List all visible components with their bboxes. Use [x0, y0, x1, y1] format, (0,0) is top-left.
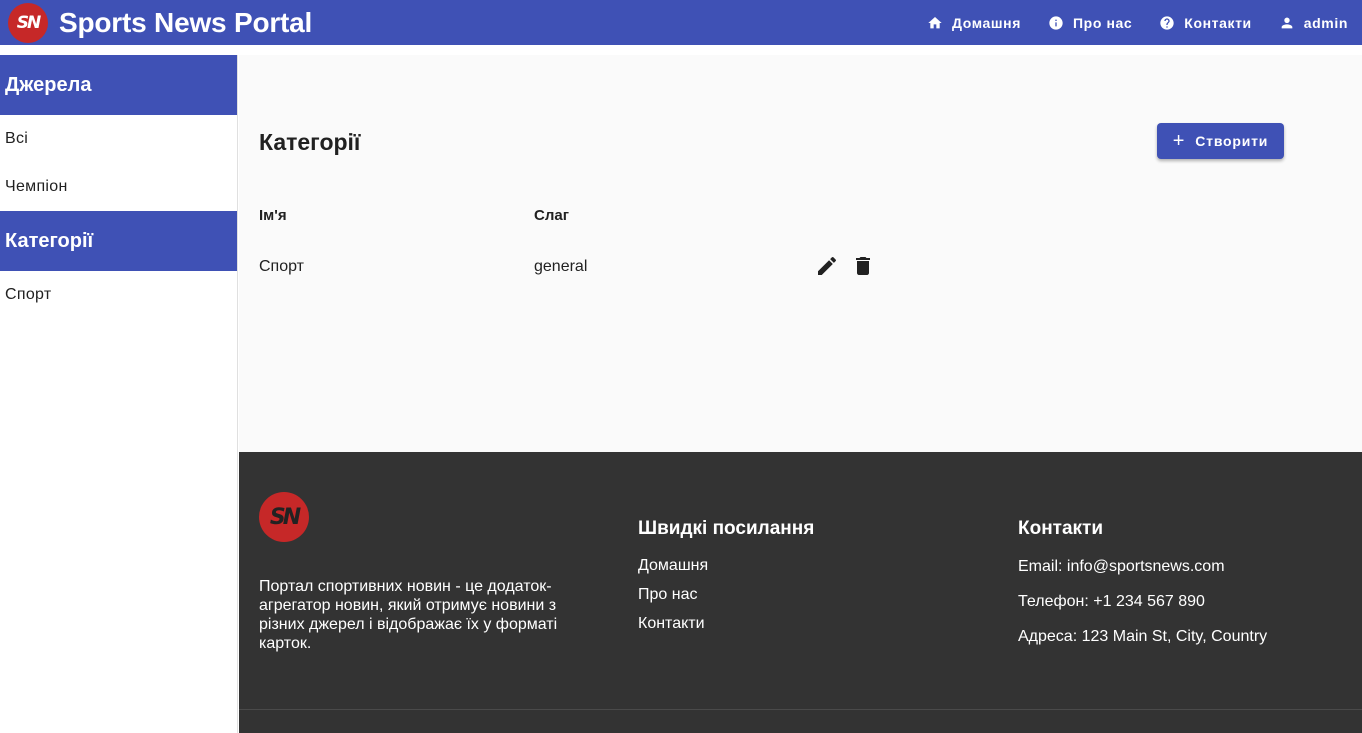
edit-button[interactable] — [815, 254, 839, 278]
sidebar-item-all[interactable]: Всі — [0, 115, 237, 163]
footer-description: Портал спортивних новин - це додаток-агр… — [259, 578, 558, 652]
row-slug-cell: general — [534, 258, 588, 275]
footer-contact-phone: Телефон: +1 234 567 890 — [1018, 593, 1205, 610]
nav-about[interactable]: Про нас — [1048, 15, 1132, 31]
logo[interactable]: SN — [8, 3, 48, 43]
footer: SN Портал спортивних новин - це додаток-… — [239, 452, 1362, 733]
plus-icon: + — [1172, 130, 1186, 152]
footer-contact-email: Email: info@sportsnews.com — [1018, 558, 1225, 575]
column-header-name: Ім'я — [259, 207, 287, 224]
footer-contact-address: Адреса: 123 Main St, City, Country — [1018, 628, 1268, 645]
column-header-slug: Слаг — [534, 207, 569, 224]
sidebar-item-champion[interactable]: Чемпіон — [0, 163, 237, 211]
info-icon — [1049, 15, 1063, 30]
nav-contacts[interactable]: Контакти — [1159, 15, 1251, 31]
nav-about-label: Про нас — [1073, 14, 1133, 31]
nav-user-label: admin — [1303, 14, 1348, 31]
sidebar-item-sport[interactable]: Спорт — [0, 271, 237, 319]
footer-link-contacts[interactable]: Контакти — [638, 615, 705, 633]
footer-contacts-title: Контакти — [1018, 518, 1104, 539]
footer-link-home[interactable]: Домашня — [638, 557, 708, 575]
trash-icon — [856, 257, 870, 275]
sidebar-header-sources: Джерела — [0, 55, 237, 115]
footer-divider — [239, 709, 1362, 710]
nav-home-label: Домашня — [952, 14, 1021, 31]
page-title: Категорії — [259, 129, 361, 155]
delete-button[interactable] — [851, 254, 875, 278]
main-content: Категорії + Створити Ім'я Слаг Спорт gen… — [239, 55, 1362, 452]
nav-contacts-label: Контакти — [1184, 14, 1252, 31]
person-icon — [1281, 17, 1293, 28]
footer-link-about[interactable]: Про нас — [638, 586, 697, 604]
pencil-icon — [818, 256, 837, 275]
top-nav: Домашня Про нас Контакти admin — [900, 0, 1348, 45]
sidebar: Джерела Всі Чемпіон Категорії Спорт — [0, 55, 238, 733]
nav-user[interactable]: admin — [1279, 15, 1348, 31]
footer-links-title: Швидкі посилання — [638, 518, 815, 539]
home-icon — [928, 16, 942, 28]
app-title[interactable]: Sports News Portal — [59, 7, 312, 39]
top-app-bar: SN Sports News Portal Домашня Про нас Ко… — [0, 0, 1362, 45]
create-button[interactable]: + Створити — [1157, 123, 1284, 159]
row-name-cell: Спорт — [259, 258, 304, 275]
help-icon — [1160, 15, 1174, 30]
create-button-label: Створити — [1195, 133, 1269, 149]
nav-home[interactable]: Домашня — [927, 15, 1021, 31]
brand[interactable]: SN Sports News Portal — [8, 3, 312, 43]
sidebar-header-categories: Категорії — [0, 211, 237, 271]
footer-logo: SN — [259, 492, 309, 542]
